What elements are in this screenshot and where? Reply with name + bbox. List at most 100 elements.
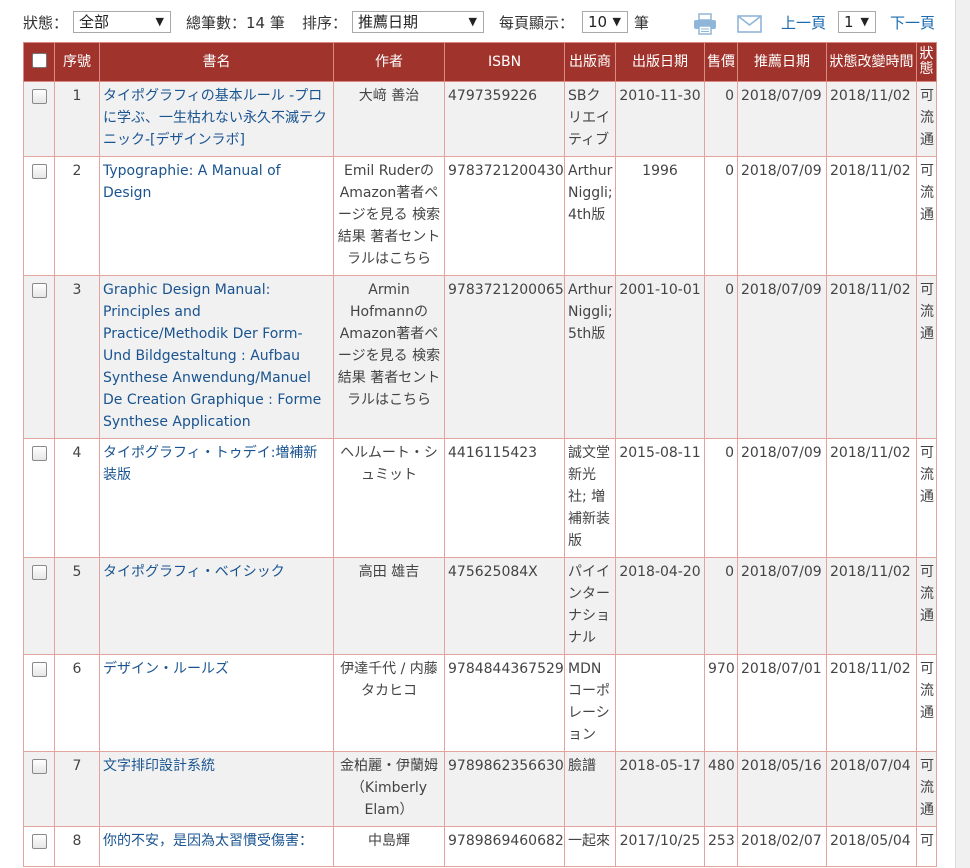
header-rec-date[interactable]: 推薦日期 bbox=[737, 42, 827, 82]
sort-label: 排序： bbox=[302, 14, 348, 32]
cell-rec-date: 2018/07/09 bbox=[737, 81, 827, 157]
row-select[interactable] bbox=[23, 557, 55, 655]
cell-change-date: 2018/05/04 bbox=[826, 826, 917, 867]
cell-publisher: Arthur Niggli; 4th版 bbox=[564, 156, 616, 276]
header-change-date[interactable]: 狀態改變時間 bbox=[826, 42, 917, 82]
per-page-select[interactable]: 10 ▼ bbox=[582, 11, 628, 33]
row-select[interactable] bbox=[23, 438, 55, 558]
row-checkbox[interactable] bbox=[31, 759, 47, 774]
prev-page-link[interactable]: 上一頁 bbox=[781, 12, 826, 33]
cell-isbn: 475625084X bbox=[444, 557, 565, 655]
table-row: 2 Typographie: A Manual of Design Emil R… bbox=[23, 156, 937, 276]
row-select[interactable] bbox=[23, 751, 55, 827]
row-checkbox[interactable] bbox=[31, 164, 47, 179]
cell-publisher: 誠文堂新光社; 増補新装版 bbox=[564, 438, 616, 558]
total-count: 總筆數：14 筆 bbox=[186, 14, 285, 32]
row-checkbox[interactable] bbox=[31, 446, 47, 461]
header-status[interactable]: 狀態 bbox=[916, 42, 937, 82]
vertical-scrollbar[interactable] bbox=[955, 0, 970, 868]
cell-isbn: 9784844367529 bbox=[444, 654, 565, 752]
printer-icon[interactable] bbox=[692, 13, 718, 39]
header-isbn[interactable]: ISBN bbox=[444, 42, 565, 82]
cell-title[interactable]: 你的不安，是因為太習慣受傷害： bbox=[99, 826, 334, 867]
header-publisher[interactable]: 出版商 bbox=[564, 42, 616, 82]
cell-price: 0 bbox=[704, 438, 738, 558]
cell-title[interactable]: Graphic Design Manual: Principles and Pr… bbox=[99, 275, 334, 439]
row-checkbox[interactable] bbox=[31, 89, 47, 104]
cell-title[interactable]: タイポグラフィ・ベイシック bbox=[99, 557, 334, 655]
row-select[interactable] bbox=[23, 275, 55, 439]
cell-isbn: 4797359226 bbox=[444, 81, 565, 157]
cell-author: 金柏麗・伊蘭姆（Kimberly Elam） bbox=[333, 751, 445, 827]
table-header-row: 序號 書名 作者 ISBN 出版商 出版日期 售價 推薦日期 狀態改變時間 狀態 bbox=[23, 42, 937, 82]
row-select[interactable] bbox=[23, 81, 55, 157]
chevron-down-icon: ▼ bbox=[612, 15, 621, 28]
cell-title[interactable]: Typographie: A Manual of Design bbox=[99, 156, 334, 276]
row-checkbox[interactable] bbox=[31, 662, 47, 677]
header-pub-date[interactable]: 出版日期 bbox=[615, 42, 705, 82]
envelope-icon[interactable] bbox=[737, 15, 762, 37]
header-no[interactable]: 序號 bbox=[54, 42, 100, 82]
status-filter-select[interactable]: 全部 ▼ bbox=[73, 11, 171, 33]
table-row: 8 你的不安，是因為太習慣受傷害： 中島輝 9789869460682 一起來 … bbox=[23, 826, 937, 867]
cell-pub-date: 2001-10-01 bbox=[615, 275, 705, 439]
header-price[interactable]: 售價 bbox=[704, 42, 738, 82]
select-all-checkbox[interactable] bbox=[31, 52, 47, 68]
cell-no: 7 bbox=[54, 751, 100, 827]
row-select[interactable] bbox=[23, 826, 55, 867]
cell-status: 可流通 bbox=[916, 438, 937, 558]
cell-rec-date: 2018/07/09 bbox=[737, 557, 827, 655]
cell-author: ヘルムート・シュミット bbox=[333, 438, 445, 558]
table-row: 5 タイポグラフィ・ベイシック 高田 雄吉 475625084X パイインターナ… bbox=[23, 557, 937, 655]
table-row: 7 文字排印設計系統 金柏麗・伊蘭姆（Kimberly Elam） 978986… bbox=[23, 751, 937, 827]
cell-publisher: Arthur Niggli; 5th版 bbox=[564, 275, 616, 439]
cell-pub-date: 2015-08-11 bbox=[615, 438, 705, 558]
cell-title[interactable]: デザイン・ルールズ bbox=[99, 654, 334, 752]
cell-no: 3 bbox=[54, 275, 100, 439]
cell-pub-date bbox=[615, 654, 705, 752]
next-page-link[interactable]: 下一頁 bbox=[890, 12, 935, 33]
cell-status: 可流通 bbox=[916, 654, 937, 752]
header-title[interactable]: 書名 bbox=[99, 42, 334, 82]
cell-rec-date: 2018/07/09 bbox=[737, 438, 827, 558]
row-checkbox[interactable] bbox=[31, 834, 47, 849]
cell-pub-date: 2018-04-20 bbox=[615, 557, 705, 655]
cell-title[interactable]: 文字排印設計系統 bbox=[99, 751, 334, 827]
sort-select[interactable]: 推薦日期 ▼ bbox=[352, 11, 484, 33]
header-author[interactable]: 作者 bbox=[333, 42, 445, 82]
row-checkbox[interactable] bbox=[31, 283, 47, 298]
chevron-down-icon: ▼ bbox=[468, 15, 477, 28]
list-toolbar: 狀態： 全部 ▼ 總筆數：14 筆 排序： 推薦日期 ▼ 每頁顯示： 10 ▼ … bbox=[0, 8, 970, 38]
cell-title[interactable]: タイポグラフィの基本ルール -プロに学ぶ、一生枯れない永久不滅テクニック-[デザ… bbox=[99, 81, 334, 157]
cell-rec-date: 2018/07/09 bbox=[737, 275, 827, 439]
cell-price: 0 bbox=[704, 275, 738, 439]
cell-status: 可流通 bbox=[916, 156, 937, 276]
cell-author: 伊達千代 / 内藤タカヒコ bbox=[333, 654, 445, 752]
cell-change-date: 2018/11/02 bbox=[826, 557, 917, 655]
book-table-wrapper: 序號 書名 作者 ISBN 出版商 出版日期 售價 推薦日期 狀態改變時間 狀態… bbox=[23, 42, 937, 867]
cell-author: Emil RuderのAmazon著者ページを見る 検索結果 著者セントラルはこ… bbox=[333, 156, 445, 276]
table-row: 6 デザイン・ルールズ 伊達千代 / 内藤タカヒコ 9784844367529 … bbox=[23, 654, 937, 752]
cell-change-date: 2018/11/02 bbox=[826, 654, 917, 752]
cell-isbn: 9783721200065 bbox=[444, 275, 565, 439]
cell-publisher: SBクリエイティブ bbox=[564, 81, 616, 157]
cell-price: 480 bbox=[704, 751, 738, 827]
table-row: 3 Graphic Design Manual: Principles and … bbox=[23, 275, 937, 439]
cell-rec-date: 2018/07/01 bbox=[737, 654, 827, 752]
select-all-cell[interactable] bbox=[23, 42, 55, 82]
row-select[interactable] bbox=[23, 156, 55, 276]
cell-no: 2 bbox=[54, 156, 100, 276]
cell-author: 中島輝 bbox=[333, 826, 445, 867]
page-select[interactable]: 1 ▼ bbox=[838, 11, 876, 33]
cell-publisher: パイインターナショナル bbox=[564, 557, 616, 655]
cell-title[interactable]: タイポグラフィ・トゥデイ:増補新装版 bbox=[99, 438, 334, 558]
cell-change-date: 2018/07/04 bbox=[826, 751, 917, 827]
cell-change-date: 2018/11/02 bbox=[826, 81, 917, 157]
per-page-value: 10 bbox=[588, 13, 608, 31]
page-value: 1 bbox=[844, 13, 854, 31]
per-page-label: 每頁顯示： bbox=[499, 14, 575, 32]
row-checkbox[interactable] bbox=[31, 565, 47, 580]
cell-pub-date: 2017/10/25 bbox=[615, 826, 705, 867]
table-row: 4 タイポグラフィ・トゥデイ:増補新装版 ヘルムート・シュミット 4416115… bbox=[23, 438, 937, 558]
row-select[interactable] bbox=[23, 654, 55, 752]
